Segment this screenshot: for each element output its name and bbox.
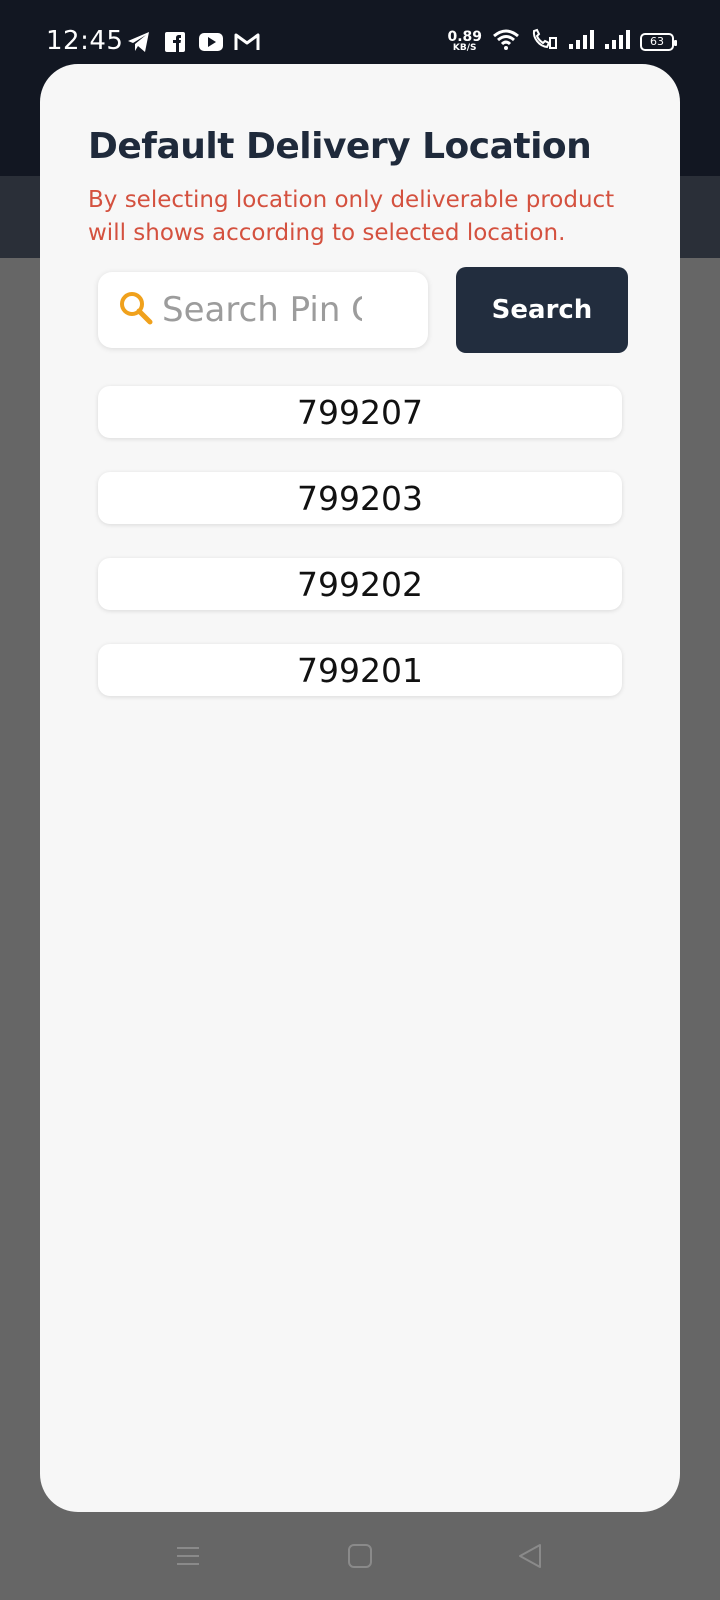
modal-title: Default Delivery Location: [88, 126, 592, 167]
network-speed-value: 0.89: [447, 29, 482, 45]
youtube-icon: [198, 30, 224, 54]
wifi-calling-icon: [530, 28, 558, 55]
menu-icon[interactable]: [174, 1542, 202, 1570]
facebook-icon: [162, 30, 188, 54]
pincode-item[interactable]: 799207: [98, 386, 622, 438]
pincode-item[interactable]: 799201: [98, 644, 622, 696]
battery-icon: 63: [640, 32, 677, 51]
modal-subtitle: By selecting location only deliverable p…: [88, 187, 615, 246]
pincode-item[interactable]: 799202: [98, 558, 622, 610]
delivery-location-modal: Default Delivery Location By selecting l…: [40, 64, 680, 1512]
signal-icon: [604, 28, 630, 55]
network-speed: 0.89 KB/S: [447, 30, 482, 53]
status-time: 12:45: [46, 26, 124, 56]
search-button[interactable]: Search: [456, 267, 628, 353]
pincode-search-input[interactable]: [162, 290, 362, 330]
system-status: 0.89 KB/S 63: [447, 28, 677, 55]
search-icon: [118, 290, 154, 331]
telegram-icon: [126, 30, 152, 54]
pincode-list: 799207 799203 799202 799201: [98, 386, 622, 730]
wifi-icon: [492, 28, 520, 55]
network-speed-unit: KB/S: [452, 43, 477, 53]
notification-icons: [126, 30, 260, 54]
signal-icon: [568, 28, 594, 55]
back-icon[interactable]: [516, 1542, 544, 1570]
pincode-search-box[interactable]: [98, 272, 428, 348]
pincode-item[interactable]: 799203: [98, 472, 622, 524]
home-icon[interactable]: [346, 1542, 374, 1570]
gmail-icon: [234, 30, 260, 54]
